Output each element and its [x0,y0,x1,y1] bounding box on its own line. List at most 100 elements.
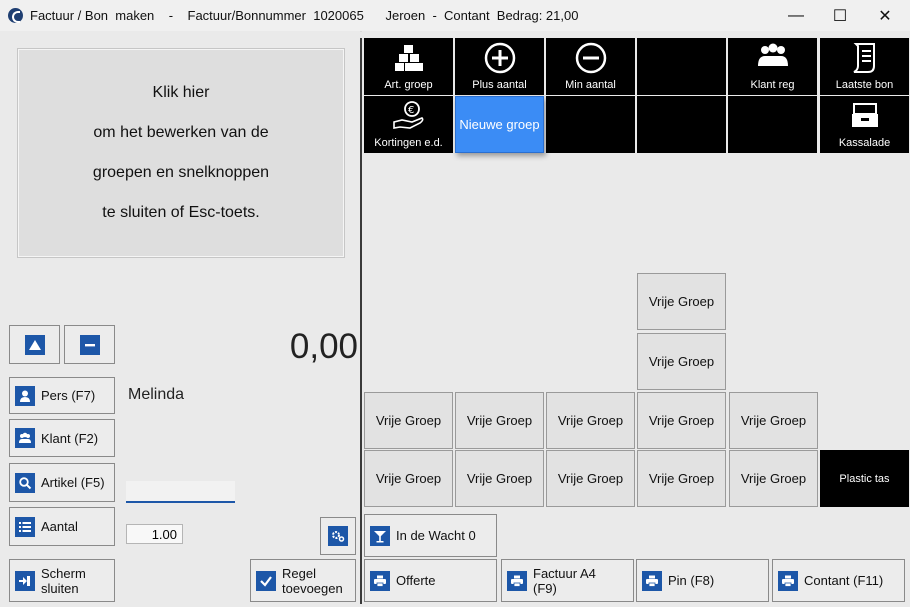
vrije-groep-tile[interactable]: Vrije Groep [637,392,726,449]
maximize-button[interactable]: ☐ [817,0,863,31]
vrije-groep-tile[interactable]: Vrije Groep [637,333,726,390]
offerte-label: Offerte [396,573,436,588]
art-groep-tile[interactable]: Art. groep [364,38,453,95]
title-bar: Factuur / Bon maken - Factuur/Bonnummer … [0,0,910,32]
kortingen-tile[interactable]: € Kortingen e.d. [364,96,453,153]
info-line-1: Klik hier [152,84,210,101]
glass-icon [370,525,390,546]
pers-label: Pers (F7) [41,388,96,403]
artikel-button[interactable]: Artikel (F5) [9,463,115,502]
gears-icon [328,526,348,546]
printer-icon [642,570,662,591]
vrije-groep-tile[interactable]: Vrije Groep [546,450,635,507]
close-button[interactable]: ✕ [862,0,908,31]
minus-icon [79,334,100,355]
klant-label: Klant (F2) [41,430,99,446]
boxes-icon [394,45,423,71]
vrije-groep-tile[interactable]: Vrije Groep [637,450,726,507]
factuur-a4-label: Factuur A4 (F9) [533,566,596,596]
vrije-groep-tile[interactable]: Vrije Groep [729,392,818,449]
in-de-wacht-button[interactable]: In de Wacht 0 [364,514,497,557]
art-groep-label: Art. groep [384,79,433,91]
info-line-3: groepen en snelknoppen [92,164,270,181]
remove-line-button[interactable] [64,325,115,364]
plus-aantal-label: Plus aantal [472,79,527,91]
laatste-bon-label: Laatste bon [835,79,894,91]
list-icon [15,516,35,537]
contant-label: Contant (F11) [804,573,884,588]
triangle-up-icon [24,334,45,355]
quantity-field[interactable] [126,524,183,544]
klant-button[interactable]: Klant (F2) [9,419,115,457]
receipt-icon [853,43,875,73]
printer-icon [507,570,527,591]
group-icon [15,428,35,448]
regel-toevoegen-button[interactable]: Regel toevoegen [250,559,356,602]
scherm-sluiten-button[interactable]: Scherm sluiten [9,559,115,602]
edit-mode-info-box[interactable]: Klik hier om het bewerken van de groepen… [17,48,345,258]
empty-tile[interactable] [546,96,635,153]
factuur-a4-button[interactable]: Factuur A4 (F9) [501,559,634,602]
pin-label: Pin (F8) [668,573,715,588]
vrije-groep-tile[interactable]: Vrije Groep [637,273,726,330]
checkmark-icon [256,570,276,591]
empty-tile[interactable] [637,96,726,153]
window-title: Factuur / Bon maken - Factuur/Bonnummer … [30,8,579,23]
klant-reg-label: Klant reg [750,79,795,91]
nieuwe-groep-tile[interactable]: Nieuwe groep [455,96,544,153]
users-icon [757,43,788,66]
printer-icon [370,570,390,591]
empty-tile[interactable] [728,96,817,153]
kassalade-tile[interactable]: Kassalade [820,96,909,153]
plus-circle-icon [484,42,515,74]
laatste-bon-tile[interactable]: Laatste bon [820,38,909,95]
regel-toevoegen-label: Regel toevoegen [282,566,343,596]
empty-tile[interactable] [637,38,726,95]
exit-icon [15,570,35,591]
article-search-input[interactable] [126,481,235,503]
aantal-label: Aantal [41,519,78,534]
aantal-button[interactable]: Aantal [9,507,115,546]
kassalade-label: Kassalade [838,137,891,149]
vrije-groep-tile[interactable]: Vrije Groep [455,392,544,449]
regel-line1: Regel [282,565,316,581]
vrije-groep-tile[interactable]: Vrije Groep [729,450,818,507]
info-line-4: te sluiten of Esc-toets. [102,204,260,221]
in-de-wacht-label: In de Wacht 0 [396,528,476,543]
cash-drawer-icon [851,103,878,127]
scherm-line2: sluiten [41,580,79,596]
offerte-button[interactable]: Offerte [364,559,497,602]
plastic-tas-label: Plastic tas [839,472,890,485]
customer-name: Melinda [128,386,185,403]
contant-button[interactable]: Contant (F11) [772,559,905,602]
klant-reg-tile[interactable]: Klant reg [728,38,817,95]
scroll-up-button[interactable] [9,325,60,364]
app-logo-icon [8,8,23,23]
printer-icon [778,570,798,591]
minus-circle-icon [575,42,606,74]
vrije-groep-tile[interactable]: Vrije Groep [364,450,453,507]
info-line-2: om het bewerken van de [93,124,269,141]
search-icon [15,472,35,493]
settings-button[interactable] [320,517,356,555]
scherm-sluiten-label: Scherm sluiten [41,566,86,596]
vrije-groep-tile[interactable]: Vrije Groep [455,450,544,507]
pers-button[interactable]: Pers (F7) [9,377,115,414]
min-aantal-label: Min aantal [565,79,616,91]
scherm-line1: Scherm [41,565,86,581]
kortingen-label: Kortingen e.d. [374,137,443,149]
factuur-line1: Factuur A4 [533,565,596,581]
vrije-groep-tile[interactable]: Vrije Groep [364,392,453,449]
minimize-button[interactable]: — [773,0,819,31]
person-icon [15,385,35,406]
plus-aantal-tile[interactable]: Plus aantal [455,38,544,95]
vrije-groep-tile[interactable]: Vrije Groep [546,392,635,449]
regel-line2: toevoegen [282,580,343,596]
discount-hand-icon: € [392,101,423,129]
total-amount: 0,00 [289,327,358,366]
plastic-tas-tile[interactable]: Plastic tas [820,450,909,507]
artikel-label: Artikel (F5) [41,475,105,490]
min-aantal-tile[interactable]: Min aantal [546,38,635,95]
pin-button[interactable]: Pin (F8) [636,559,769,602]
svg-text:€: € [408,105,414,116]
